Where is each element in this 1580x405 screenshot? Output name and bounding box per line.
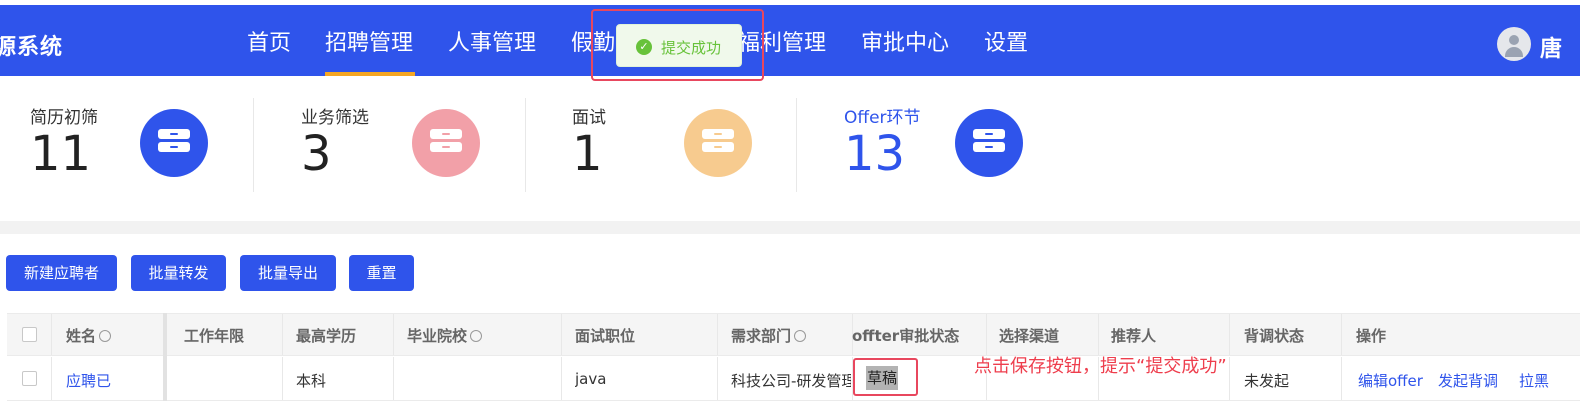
column-header-years: 工作年限: [184, 327, 245, 345]
stat-value-business-screen[interactable]: 3: [301, 124, 332, 184]
nav-settings[interactable]: 设置: [984, 25, 1028, 57]
column-header-department[interactable]: 需求部门: [731, 325, 807, 346]
table-row: 应聘已 本科 java 科技公司-研发管理 未发起 编辑offer 发起背调 拉…: [7, 357, 1580, 401]
batch-transfer-button[interactable]: 批量转发: [131, 255, 226, 291]
stat-value-interview[interactable]: 1: [572, 124, 603, 184]
new-applicant-button[interactable]: 新建应聘者: [6, 255, 117, 291]
blacklist-link[interactable]: 拉黑: [1519, 370, 1549, 391]
nav-approval-center[interactable]: 审批中心: [861, 25, 949, 57]
row-checkbox[interactable]: [22, 371, 37, 386]
column-header-position: 面试职位: [575, 327, 636, 345]
stat-value-offer[interactable]: 13: [844, 124, 905, 184]
cell-bg-status: 未发起: [1244, 372, 1290, 390]
nav-recruitment[interactable]: 招聘管理: [325, 25, 413, 57]
archive-icon: [955, 109, 1023, 177]
column-header-actions: 操作: [1356, 327, 1387, 345]
active-nav-indicator: [325, 72, 415, 76]
brand-title: 源系统: [0, 35, 64, 60]
reset-button[interactable]: 重置: [349, 255, 414, 291]
stat-divider: [796, 98, 797, 192]
stat-value-resume-screen[interactable]: 11: [30, 124, 91, 184]
stat-divider: [253, 98, 254, 192]
column-header-channel: 选择渠道: [999, 327, 1060, 345]
nav-personnel[interactable]: 人事管理: [448, 25, 536, 57]
section-separator: [0, 221, 1580, 234]
archive-icon: [684, 109, 752, 177]
annotation-text: 点击保存按钮，提示“提交成功”: [974, 356, 1227, 377]
select-all-checkbox[interactable]: [22, 327, 37, 342]
start-bg-check-link[interactable]: 发起背调: [1438, 370, 1498, 391]
column-header-name[interactable]: 姓名: [66, 325, 112, 346]
cell-department: 科技公司-研发管理: [731, 372, 851, 390]
user-name[interactable]: 唐: [1540, 31, 1562, 63]
archive-icon: [140, 109, 208, 177]
annotation-box-status: [853, 358, 918, 396]
table-header: 姓名 工作年限 最高学历 毕业院校 面试职位 需求部门 offter审批状态 选…: [7, 313, 1580, 356]
column-header-education: 最高学历: [296, 327, 357, 345]
search-icon[interactable]: [794, 330, 807, 342]
column-header-school[interactable]: 毕业院校: [407, 325, 483, 346]
nav-home[interactable]: 首页: [247, 25, 291, 57]
search-icon[interactable]: [99, 330, 112, 342]
cell-education: 本科: [296, 372, 327, 390]
cell-position: java: [575, 370, 607, 388]
archive-icon: [412, 109, 480, 177]
edit-offer-link[interactable]: 编辑offer: [1358, 370, 1423, 391]
applicant-name-link[interactable]: 应聘已: [66, 370, 111, 391]
column-header-approval-status: offter审批状态: [852, 327, 960, 345]
stat-divider: [525, 98, 526, 192]
frozen-column-shadow: [163, 313, 167, 401]
user-avatar-icon[interactable]: [1497, 27, 1531, 61]
search-icon[interactable]: [470, 330, 483, 342]
column-header-referrer: 推荐人: [1111, 327, 1157, 345]
annotation-box-toast: [591, 9, 764, 81]
column-header-bg-status: 背调状态: [1244, 327, 1305, 345]
top-nav-bar: 源系统 首页 招聘管理 人事管理 假勤 福利管理 审批中心 设置 唐: [0, 5, 1580, 76]
batch-export-button[interactable]: 批量导出: [240, 255, 336, 291]
